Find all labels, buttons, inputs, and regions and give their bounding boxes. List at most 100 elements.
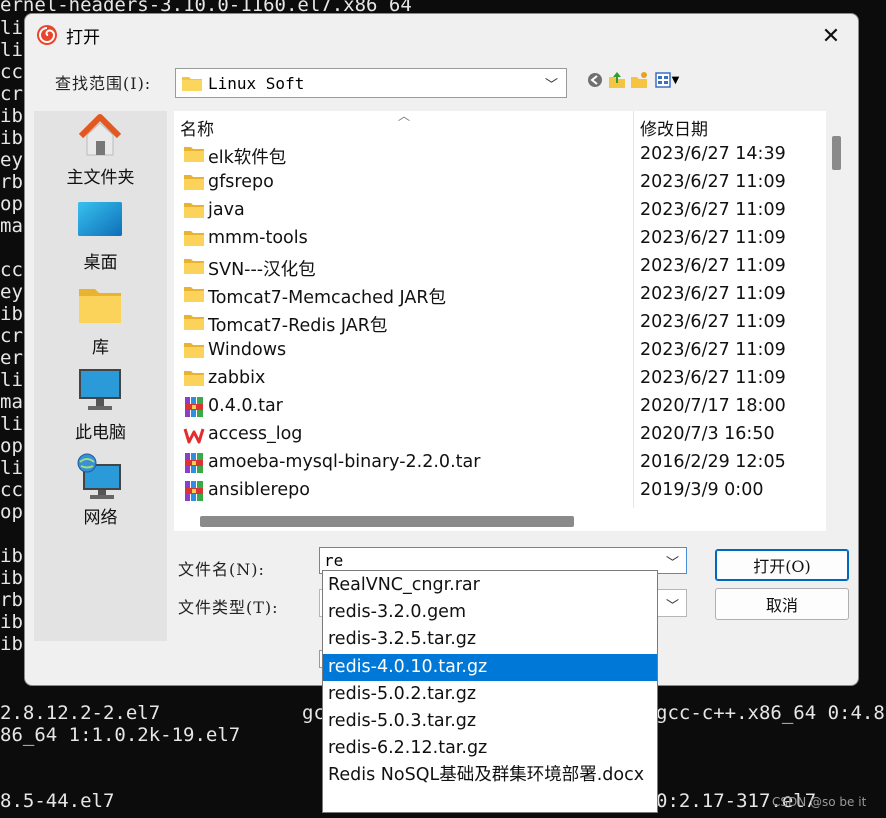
back-arrow-icon [587,73,602,87]
file-name-label: 文件名(N): [178,560,265,579]
file-date: 2023/6/27 11:09 [640,228,786,248]
autocomplete-item[interactable]: redis-5.0.3.tar.gz [323,708,657,735]
file-date: 2023/6/27 11:09 [640,256,786,276]
file-name: access_log [208,424,303,444]
folder-icon [183,256,205,276]
terminal-line: 2.8.12.2-2.el7 [0,702,161,724]
autocomplete-item[interactable]: redis-6.2.12.tar.gz [323,735,657,762]
terminal-line: 86_64 1:1.0.2k-19.el7 [0,724,241,746]
view-grid-icon [654,72,671,88]
dialog-title: 打开 [66,28,100,48]
file-row[interactable]: gfsrepo 2023/6/27 11:09 [174,169,804,197]
look-in-combobox[interactable]: Linux Soft ﹀ [175,68,567,98]
column-header-date[interactable]: 修改日期 [640,115,708,140]
new-folder-icon [630,72,647,88]
place-label: 桌面 [83,253,118,273]
autocomplete-item[interactable]: redis-4.0.10.tar.gz [323,653,657,681]
wps-document-icon [183,424,205,445]
file-row[interactable]: amoeba-mysql-binary-2.2.0.tar 2016/2/29 1… [174,449,804,477]
up-folder-button[interactable] [607,70,626,90]
folder-icon [183,144,205,164]
file-date: 2023/6/27 11:09 [640,368,786,388]
file-name: amoeba-mysql-binary-2.2.0.tar [208,452,481,472]
archive-icon [183,396,205,417]
new-folder-button[interactable] [629,70,648,90]
place-computer[interactable]: 此电脑 [34,366,167,451]
autocomplete-dropdown: RealVNC_cngr.rar redis-3.2.0.gem redis-3.2… [322,570,658,813]
file-date: 2020/7/3 16:50 [640,424,775,444]
file-row[interactable]: 0.4.0.tar 2020/7/17 18:00 [174,393,804,421]
file-date: 2019/3/9 0:00 [640,480,764,500]
close-button[interactable]: ✕ [810,18,852,54]
file-name: Tomcat7-Memcached JAR包 [208,288,447,308]
up-folder-icon [608,72,625,88]
file-row[interactable]: elk软件包 2023/6/27 14:39 [174,141,804,169]
file-name: elk软件包 [208,148,287,168]
folder-icon [183,172,205,192]
column-header-name[interactable]: 名称 [180,115,214,140]
title-bar[interactable]: 打开 ✕ [25,14,858,56]
app-swirl-icon [37,25,57,45]
folder-icon [182,77,202,91]
file-date: 2023/6/27 11:09 [640,312,786,332]
look-in-label: 查找范围(I): [55,74,152,93]
file-row[interactable]: Windows 2023/6/27 11:09 [174,337,804,365]
file-name: Windows [208,340,287,360]
file-name: ansiblerepo [208,480,310,500]
file-row[interactable]: SVN---汉化包 2023/6/27 11:09 [174,253,804,281]
place-desktop[interactable]: 桌面 [34,196,167,281]
terminal-line: gcc-c++.x86_64 0:4.8. [656,702,886,724]
file-name: java [208,200,245,220]
chevron-down-icon[interactable]: ﹀ [666,552,679,571]
folder-icon [183,340,205,360]
folder-icon [183,228,205,248]
vertical-scrollbar-thumb[interactable] [832,136,841,170]
place-label: 网络 [83,508,118,528]
place-network[interactable]: 网络 [34,451,167,536]
terminal-line: op [0,501,23,523]
autocomplete-item[interactable]: redis-5.0.2.tar.gz [323,681,657,708]
file-name: Tomcat7-Redis JAR包 [208,316,388,336]
computer-icon [79,369,121,410]
file-name: zabbix [208,368,266,388]
file-list-header: 名称 ︿ 修改日期 [174,111,826,140]
look-in-value: Linux Soft [208,73,305,93]
file-row[interactable]: Tomcat7-Memcached JAR包 2023/6/27 11:09 [174,281,804,309]
autocomplete-item[interactable]: redis-3.2.5.tar.gz [323,626,657,653]
file-list[interactable]: 名称 ︿ 修改日期 elk软件包 2023/6/27 14:39 gfsrepo 20… [174,111,826,531]
terminal-line: op [0,193,23,215]
close-icon: ✕ [821,23,841,49]
library-icon [79,289,121,323]
file-row[interactable]: mmm-tools 2023/6/27 11:09 [174,225,804,253]
cancel-button[interactable]: 取消 [715,588,849,620]
sort-ascending-icon: ︿ [398,111,411,123]
file-name: 0.4.0.tar [208,396,283,416]
folder-icon [183,312,205,332]
horizontal-scrollbar-thumb[interactable] [200,516,574,527]
file-row[interactable]: zabbix 2023/6/27 11:09 [174,365,804,393]
folder-icon [183,200,205,220]
archive-icon [183,480,205,501]
folder-icon [183,284,205,304]
open-button[interactable]: 打开(O) [715,549,849,581]
autocomplete-item[interactable]: redis-3.2.0.gem [323,599,657,626]
place-library[interactable]: 库 [34,281,167,366]
caret-down-icon: ▼ [671,74,680,86]
file-date: 2023/6/27 14:39 [640,144,786,164]
autocomplete-item[interactable]: Redis NoSQL基础及群集环境部署.docx [323,762,657,789]
file-row[interactable]: Tomcat7-Redis JAR包 2023/6/27 11:09 [174,309,804,337]
chevron-down-icon[interactable]: ﹀ [666,595,679,614]
toolbar: ▼ [585,70,683,90]
file-row[interactable]: java 2023/6/27 11:09 [174,197,804,225]
file-type-label: 文件类型(T): [178,598,279,617]
file-date: 2023/6/27 11:09 [640,340,786,360]
place-home[interactable]: 主文件夹 [34,111,167,196]
autocomplete-item[interactable]: RealVNC_cngr.rar [323,572,657,599]
file-date: 2023/6/27 11:09 [640,172,786,192]
view-menu-button[interactable]: ▼ [651,70,683,90]
file-row[interactable]: access_log 2020/7/3 16:50 [174,421,804,449]
place-label: 主文件夹 [66,168,135,188]
back-button[interactable] [585,70,604,90]
file-row[interactable]: ansiblerepo 2019/3/9 0:00 [174,477,804,505]
watermark: CSDN @so be it [772,795,867,809]
